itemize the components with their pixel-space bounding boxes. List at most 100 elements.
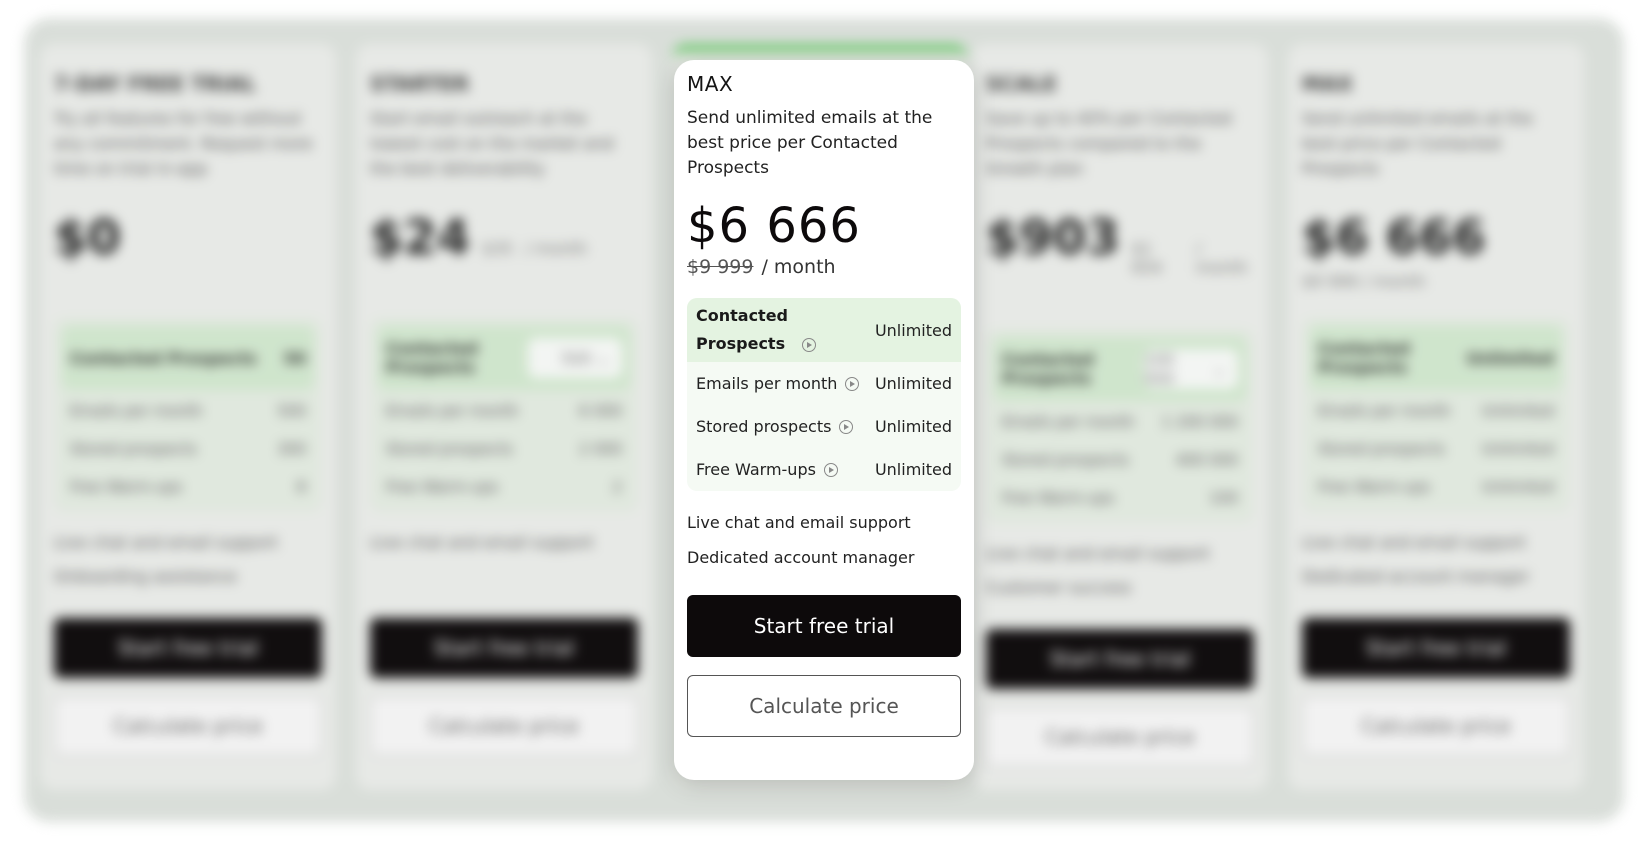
- contacted-select-value: 100 000: [1143, 350, 1175, 388]
- plan-extra: Live chat and email support: [1302, 533, 1526, 552]
- play-circle-icon[interactable]: [839, 419, 854, 434]
- plan-extra-support: Live chat and email support: [687, 513, 911, 532]
- plan-description: Save up to 40% per Contacted Prospects c…: [986, 109, 1232, 178]
- feature-stored: Stored prospects 300: [62, 428, 314, 466]
- plan-card-max-background: MAX Send unlimited emails at the best pr…: [1288, 44, 1584, 790]
- plan-period: / month: [761, 256, 836, 278]
- feature-emails-value: Unlimited: [1481, 402, 1554, 420]
- plan-features: Contacted Prospects Unlimited Emails per …: [1302, 318, 1570, 512]
- plan-description: Try all features for free without any co…: [54, 109, 313, 178]
- calculate-price-button[interactable]: Calculate price: [1302, 696, 1570, 756]
- feature-emails-value: 1 200 000: [1161, 413, 1238, 431]
- plan-price: $903 $1 654 / month: [986, 210, 1254, 277]
- plan-price-spacer: [370, 272, 638, 294]
- contacted-select[interactable]: 100 000 ⌄: [1143, 349, 1238, 389]
- feature-contacted-label: Contacted Prospects: [1002, 350, 1095, 388]
- plan-description: Send unlimited emails at the best price …: [687, 108, 933, 178]
- start-trial-button[interactable]: Start free trial: [370, 618, 638, 678]
- feature-warmups-value: 100: [1209, 489, 1238, 507]
- feature-warmups-label: Free Warm-ups: [1002, 489, 1115, 507]
- feature-warmups-value: Unlimited: [1481, 478, 1554, 496]
- plan-price-value: $903: [986, 210, 1120, 266]
- feature-contacted-label-wrap: Contacted Prospects: [696, 302, 816, 358]
- plan-price-sub: $9 999 / month: [687, 256, 961, 278]
- plan-extra: Customer success: [986, 578, 1132, 597]
- plan-extras: Live chat and email support Dedicated ac…: [687, 505, 961, 575]
- plan-card-free-trial: 7-DAY FREE TRIAL Try all features for fr…: [40, 44, 336, 790]
- plan-price: $24 $35 / month: [370, 210, 638, 266]
- play-circle-icon[interactable]: [823, 462, 838, 477]
- feature-stored-value: 2 000: [579, 440, 622, 458]
- plan-features: Contacted Prospects 50 Emails per month 50…: [54, 318, 322, 512]
- plan-old-price: $35: [482, 239, 513, 258]
- calculate-price-button[interactable]: Calculate price: [54, 696, 322, 756]
- feature-warmups-label: Free Warm-ups: [1318, 478, 1431, 496]
- plan-features: Contacted Prospects 500 ⌄ Emails per mont…: [370, 318, 638, 512]
- plan-extra-account-manager: Dedicated account manager: [687, 548, 915, 567]
- feature-contacted-label: Contacted Prospects: [386, 339, 479, 377]
- feature-warmups: Free Warm-ups Unlimited: [1310, 466, 1562, 504]
- plan-price: $6 666: [687, 198, 861, 254]
- plan-old-price: $9 999: [687, 256, 754, 278]
- plan-title: SCALE: [986, 72, 1057, 96]
- plan-extra: Dedicated account manager: [1302, 567, 1530, 586]
- start-trial-button[interactable]: Start free trial: [54, 618, 322, 678]
- feature-contacted-label: Contacted Prospects: [696, 306, 789, 353]
- feature-stored-prospects: Stored prospects Unlimited: [687, 405, 961, 448]
- feature-warmups-label: Free Warm-ups: [70, 478, 183, 496]
- feature-emails-label: Emails per month: [696, 374, 838, 393]
- plan-price: $6 666: [1302, 210, 1570, 266]
- play-circle-icon[interactable]: [801, 337, 816, 352]
- feature-emails-label: Emails per month: [1002, 413, 1135, 431]
- feature-contacted-value: 50: [283, 348, 306, 368]
- plan-features: Contacted Prospects 100 000 ⌄ Emails per …: [986, 329, 1254, 523]
- plan-price-value: $24: [370, 210, 471, 266]
- feature-emails: Emails per month 500: [62, 390, 314, 428]
- feature-contacted: Contacted Prospects 500 ⌄: [378, 326, 630, 390]
- feature-contacted-prospects: Contacted Prospects Unlimited: [687, 298, 961, 362]
- plan-price: $0: [54, 210, 322, 266]
- feature-contacted-label: Contacted Prospects: [1318, 339, 1411, 377]
- feature-stored-label: Stored prospects: [70, 440, 197, 458]
- feature-stored-label-wrap: Stored prospects: [696, 417, 854, 436]
- plan-description: Start email outreach at the lowest cost …: [370, 109, 614, 178]
- plan-old-price-line: $9 999 / month: [1302, 272, 1570, 294]
- feature-free-warmups: Free Warm-ups Unlimited: [687, 448, 961, 491]
- feature-emails: Emails per month 1 200 000: [994, 401, 1246, 439]
- feature-warmups-value: 2: [612, 478, 622, 496]
- calculate-price-button[interactable]: Calculate price: [986, 707, 1254, 767]
- plan-card-scale: SCALE Save up to 40% per Contacted Prosp…: [972, 44, 1268, 790]
- plan-period: / month: [1195, 239, 1248, 277]
- feature-stored: Stored prospects Unlimited: [1310, 428, 1562, 466]
- plan-title: STARTER: [370, 72, 470, 96]
- feature-contacted-value: Unlimited: [1466, 348, 1554, 368]
- plan-title: 7-DAY FREE TRIAL: [54, 72, 256, 96]
- feature-stored-value: Unlimited: [874, 417, 952, 436]
- plan-description: Send unlimited emails at the best price …: [1302, 109, 1533, 178]
- feature-warmups-label-wrap: Free Warm-ups: [696, 460, 838, 479]
- chevron-down-icon: ⌄: [1212, 359, 1226, 379]
- start-trial-button[interactable]: Start free trial: [1302, 618, 1570, 678]
- start-free-trial-button[interactable]: Start free trial: [687, 595, 961, 657]
- feature-contacted: Contacted Prospects 100 000 ⌄: [994, 337, 1246, 401]
- contacted-select[interactable]: 500 ⌄: [527, 338, 622, 378]
- feature-stored-label: Stored prospects: [1002, 451, 1129, 469]
- plan-extras: Live chat and email support Customer suc…: [986, 537, 1254, 607]
- plan-old-price: $9 999: [1302, 272, 1358, 291]
- calculate-price-button[interactable]: Calculate price: [687, 675, 961, 737]
- plan-period: / month: [524, 239, 588, 258]
- feature-stored: Stored prospects 400 000: [994, 439, 1246, 477]
- feature-warmups: Free Warm-ups 8: [62, 466, 314, 504]
- feature-emails-label: Emails per month: [1318, 402, 1451, 420]
- feature-emails-value: 500: [277, 402, 306, 420]
- feature-emails-value: Unlimited: [874, 374, 952, 393]
- plan-extras: Live chat and email support: [370, 526, 638, 596]
- play-circle-icon[interactable]: [845, 376, 860, 391]
- feature-emails: Emails per month 6 000: [378, 390, 630, 428]
- start-trial-button[interactable]: Start free trial: [986, 629, 1254, 689]
- feature-emails-label-wrap: Emails per month: [696, 374, 860, 393]
- feature-stored: Stored prospects 2 000: [378, 428, 630, 466]
- calculate-price-button[interactable]: Calculate price: [370, 696, 638, 756]
- plan-price-value: $0: [54, 210, 121, 266]
- feature-emails-label: Emails per month: [386, 402, 519, 420]
